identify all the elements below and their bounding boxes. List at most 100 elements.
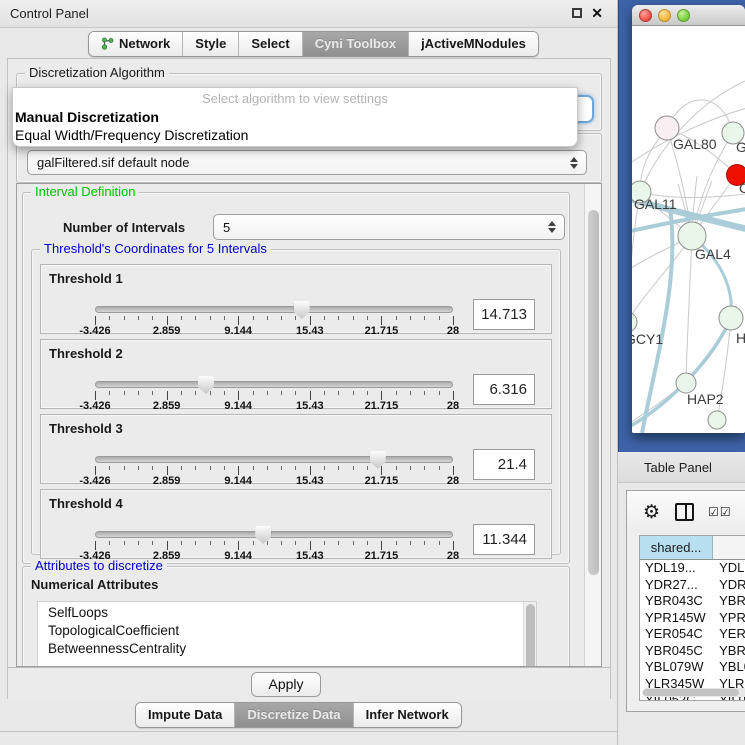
tab-cyni-toolbox[interactable]: Cyni Toolbox <box>303 32 409 56</box>
tick-mark <box>210 391 211 395</box>
tab-jactivemnodules[interactable]: jActiveMNodules <box>409 32 538 56</box>
threshold-2-value[interactable]: 6.316 <box>473 374 535 405</box>
attribute-list-items: SelfLoopsTopologicalCoefficientBetweenne… <box>38 604 522 658</box>
tick-mark <box>310 391 311 400</box>
threshold-4-value[interactable]: 11.344 <box>473 524 535 555</box>
tick-mark <box>138 391 139 395</box>
tick-mark <box>267 316 268 320</box>
settings-scroll-thumb[interactable] <box>588 210 599 575</box>
table-horizontal-scrollbar[interactable] <box>642 688 745 697</box>
close-traffic-light-icon[interactable] <box>639 9 652 22</box>
attribute-list-item[interactable]: TopologicalCoefficient <box>38 622 522 640</box>
tick-mark <box>253 466 254 470</box>
tick-mark <box>210 541 211 545</box>
dropdown-item-manual-discretization[interactable]: Manual Discretization <box>13 108 577 126</box>
numerical-attributes-list[interactable]: SelfLoopsTopologicalCoefficientBetweenne… <box>37 601 537 666</box>
tick-mark <box>124 541 125 545</box>
threshold-3-value[interactable]: 21.4 <box>473 449 535 480</box>
attributes-group: Attributes to discretize Numerical Attri… <box>22 566 570 666</box>
scale-label: 21.715 <box>365 475 399 487</box>
tick-mark <box>224 541 225 545</box>
tick-mark <box>338 541 339 545</box>
node-bottom-partial[interactable] <box>708 411 726 429</box>
node-label-gcy1: GCY1 <box>632 331 663 347</box>
table-hscroll-thumb[interactable] <box>643 689 739 696</box>
settings-scrollbar[interactable] <box>584 184 601 666</box>
tick-mark <box>152 466 153 470</box>
column-header-shared-name[interactable]: shared... <box>640 536 713 559</box>
tick-mark <box>181 466 182 470</box>
slider-track[interactable] <box>95 306 453 313</box>
tick-mark <box>381 391 382 400</box>
slider-track[interactable] <box>95 531 453 538</box>
network-view-window[interactable]: GAL80 GA C GAL11 GAL4 GCY1 H HAP2 <box>632 5 745 433</box>
tab-discretize-data[interactable]: Discretize Data <box>235 703 353 727</box>
numerical-attributes-heading: Numerical Attributes <box>31 577 158 592</box>
float-window-icon[interactable] <box>572 8 582 18</box>
slider-track[interactable] <box>95 456 453 463</box>
threshold-4-box: Threshold 4 -3.4262.8599.14415.4321.7152… <box>40 489 552 559</box>
tab-infer-network[interactable]: Infer Network <box>354 703 461 727</box>
threshold-1-value[interactable]: 14.713 <box>473 299 535 330</box>
node-hap2[interactable] <box>676 373 696 393</box>
tick-mark <box>152 391 153 395</box>
dropdown-item-equal-width-frequency[interactable]: Equal Width/Frequency Discretization <box>13 126 577 144</box>
table-data-combo[interactable]: galFiltered.sif default node <box>27 150 587 175</box>
threshold-2-slider: -3.4262.8599.14415.4321.71528 <box>95 340 453 408</box>
dropdown-hint: Select algorithm to view settings <box>13 90 577 108</box>
table-row[interactable]: YPR145WYPR1 <box>640 610 745 627</box>
node-h[interactable] <box>719 306 743 330</box>
tab-select[interactable]: Select <box>239 32 302 56</box>
cell-shared-name: YPR145W <box>640 610 713 627</box>
tick-mark <box>439 391 440 395</box>
zoom-traffic-light-icon[interactable] <box>677 9 690 22</box>
tick-mark <box>338 466 339 470</box>
minimize-traffic-light-icon[interactable] <box>658 9 671 22</box>
attribute-list-item[interactable]: BetweennessCentrality <box>38 640 522 658</box>
cell-shared-name: YBL079W <box>640 659 713 676</box>
close-icon[interactable]: ✕ <box>591 7 603 19</box>
network-window-titlebar[interactable] <box>632 5 745 26</box>
tick-mark <box>381 466 382 475</box>
gear-icon[interactable]: ⚙ <box>643 501 660 524</box>
node-gcy1[interactable] <box>632 312 637 332</box>
panel-title: Control Panel <box>10 6 89 21</box>
table-row[interactable]: YBR043CYBR0 <box>640 593 745 610</box>
attribute-list-scroll-thumb[interactable] <box>526 604 535 666</box>
apply-button[interactable]: Apply <box>251 672 321 697</box>
select-columns-icon[interactable]: ☑☑ <box>708 505 732 519</box>
tick-mark <box>424 541 425 545</box>
attribute-list-scrollbar[interactable] <box>523 602 536 666</box>
slider-track[interactable] <box>95 381 453 388</box>
attributes-group-title: Attributes to discretize <box>31 559 167 573</box>
table-row[interactable]: YBR045CYBR0 <box>640 643 745 660</box>
scale-label: 9.144 <box>224 400 252 412</box>
number-of-intervals-combo[interactable]: 5 <box>213 214 565 240</box>
tab-impute-data-label: Impute Data <box>148 707 222 722</box>
tick-mark <box>195 391 196 395</box>
settings-scrollpane: Interval Definition Number of Intervals … <box>16 183 602 667</box>
column-header-name[interactable]: na <box>713 536 745 559</box>
attribute-list-item[interactable]: SelfLoops <box>38 604 522 622</box>
tick-mark <box>253 541 254 545</box>
network-canvas[interactable]: GAL80 GA C GAL11 GAL4 GCY1 H HAP2 <box>632 26 745 433</box>
scale-label: 15.43 <box>296 325 324 337</box>
tick-mark <box>210 466 211 470</box>
table-row[interactable]: YER054CYER0 <box>640 626 745 643</box>
table-row[interactable]: YBL079WYBL0 <box>640 659 745 676</box>
table-row[interactable]: YDL19...YDL1 <box>640 560 745 577</box>
tick-mark <box>224 466 225 470</box>
tick-mark <box>310 541 311 550</box>
tab-network[interactable]: Network <box>89 32 183 56</box>
tick-mark <box>95 466 96 475</box>
columns-icon[interactable] <box>675 503 694 521</box>
cell-shared-name: YBR043C <box>640 593 713 610</box>
tick-mark <box>424 316 425 320</box>
tick-mark <box>253 316 254 320</box>
table-row[interactable]: YDR27...YDR2 <box>640 577 745 594</box>
tab-style[interactable]: Style <box>183 32 239 56</box>
thresholds-group-title: Threshold's Coordinates for 5 Intervals <box>40 242 271 256</box>
desktop-right: GAL80 GA C GAL11 GAL4 GCY1 H HAP2 Table … <box>618 0 745 745</box>
tab-impute-data[interactable]: Impute Data <box>136 703 235 727</box>
tick-mark <box>381 541 382 550</box>
